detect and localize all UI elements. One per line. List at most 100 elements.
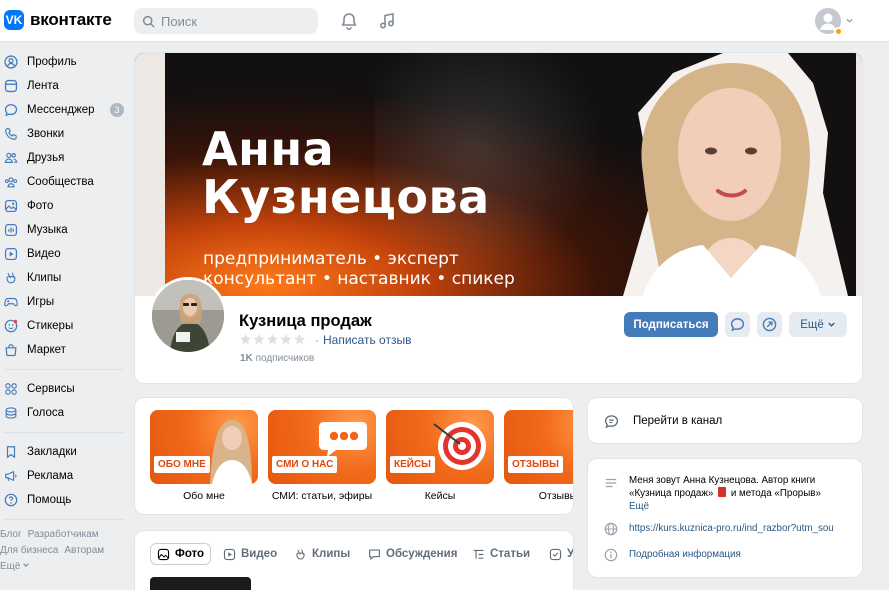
share-button[interactable] — [757, 312, 782, 337]
user-icon — [4, 55, 18, 69]
tab-video[interactable]: Видео — [223, 543, 277, 565]
vk-logo[interactable]: VK вконтакте — [4, 10, 112, 30]
highlight-about[interactable]: ОБО МНЕ — [150, 410, 258, 484]
cover-title: Анна Кузнецова — [202, 122, 490, 224]
sidebar-item-video[interactable]: Видео — [0, 242, 128, 266]
tab-photos[interactable]: Фото — [150, 543, 212, 565]
video-icon — [223, 548, 236, 560]
message-button[interactable] — [725, 312, 750, 337]
channel-icon — [604, 415, 619, 429]
footer-link-blog[interactable]: Блог — [0, 529, 22, 540]
star-rating-icon — [240, 334, 305, 345]
highlight-reviews[interactable]: ОТЗЫВЫ — [504, 410, 573, 484]
description-more-link[interactable]: Ещё — [629, 501, 649, 512]
community-avatar[interactable] — [149, 277, 227, 355]
footer-link-authors[interactable]: Авторам — [64, 545, 104, 556]
bookmark-icon — [6, 446, 16, 458]
sticker-icon — [4, 319, 18, 333]
description-icon — [605, 478, 617, 488]
sidebar-item-profile[interactable]: Профиль — [0, 50, 128, 74]
sidebar-item-help[interactable]: Помощь — [0, 488, 128, 512]
sidebar-divider — [4, 432, 124, 433]
info-icon — [604, 548, 618, 562]
video-icon — [4, 247, 18, 261]
sidebar-item-stickers[interactable]: Стикеры — [0, 314, 128, 338]
website-link[interactable]: https://kurs.kuznica-pro.ru/ind_razbor?u… — [629, 523, 834, 534]
sidebar-item-calls[interactable]: Звонки — [0, 122, 128, 146]
sidebar-divider — [4, 369, 124, 370]
bell-icon[interactable] — [339, 11, 359, 31]
community-description: Меня зовут Анна Кузнецова. Автор книги «… — [629, 475, 821, 512]
friends-icon — [4, 152, 18, 163]
highlight-caption[interactable]: Обо мне — [150, 490, 258, 502]
cover-subtitle-line2: консультант • наставник • спикер — [203, 269, 515, 289]
book-icon — [718, 487, 727, 497]
chevron-down-icon — [828, 322, 835, 327]
music-icon — [4, 223, 18, 237]
sidebar-item-votes[interactable]: Голоса — [0, 401, 128, 425]
highlight-label: ОТЗЫВЫ — [508, 456, 563, 473]
cover-portrait — [623, 53, 848, 296]
message-icon — [4, 104, 18, 117]
sidebar-item-ads[interactable]: Реклама — [0, 464, 128, 488]
sidebar-divider — [4, 519, 124, 520]
profile-card: Анна Кузнецова предприниматель • эксперт… — [134, 52, 863, 384]
sidebar-item-communities[interactable]: Сообщества — [0, 170, 128, 194]
photo-icon — [157, 548, 170, 560]
highlight-label: КЕЙСЫ — [390, 456, 435, 473]
logo-text: вконтакте — [30, 10, 112, 29]
notification-dot — [834, 27, 843, 36]
sidebar-item-services[interactable]: Сервисы — [0, 377, 128, 401]
footer-link-developers[interactable]: Разработчикам — [28, 529, 99, 540]
sidebar-item-clips[interactable]: Клипы — [0, 266, 128, 290]
sidebar-item-feed[interactable]: Лента — [0, 74, 128, 98]
news-icon — [4, 79, 18, 93]
rating-stars — [240, 334, 306, 345]
go-to-channel-label: Перейти в канал — [633, 415, 723, 427]
go-to-channel-card[interactable]: Перейти в канал — [587, 397, 863, 444]
footer-link-business[interactable]: Для бизнеса — [0, 545, 58, 556]
chevron-down-icon — [23, 563, 30, 567]
sidebar-item-games[interactable]: Игры — [0, 290, 128, 314]
sidebar-item-messenger[interactable]: Мессенджер 3 — [0, 98, 128, 122]
write-review-link[interactable]: · Написать отзыв — [315, 333, 411, 347]
globe-icon — [604, 522, 618, 536]
music-note-icon[interactable] — [377, 11, 397, 31]
highlight-label: СМИ О НАС — [272, 456, 338, 473]
footer-more[interactable]: Ещё — [0, 559, 128, 575]
search-box[interactable] — [134, 8, 318, 34]
tab-more[interactable]: У — [549, 543, 573, 565]
tab-articles[interactable]: Статьи — [472, 543, 530, 565]
sidebar-item-market[interactable]: Маркет — [0, 338, 128, 362]
highlight-media[interactable]: СМИ О НАС — [268, 410, 376, 484]
photo-thumbnail[interactable] — [150, 577, 251, 590]
cover-image: Анна Кузнецова предприниматель • эксперт… — [135, 53, 862, 296]
tab-discussions[interactable]: Обсуждения — [368, 543, 457, 565]
tab-clips[interactable]: Клипы — [294, 543, 350, 565]
coins-icon — [5, 407, 17, 419]
highlight-cases[interactable]: КЕЙСЫ — [386, 410, 494, 484]
subscribe-button[interactable]: Подписаться — [624, 312, 718, 337]
more-button[interactable]: Ещё — [789, 312, 847, 337]
vk-logo-icon: VK — [4, 10, 24, 30]
sidebar-footer: Блог Разработчикам Для бизнеса Авторам Ещё — [0, 527, 128, 575]
subscribers-count[interactable]: 1K подписчиков — [240, 353, 314, 364]
user-avatar[interactable] — [815, 8, 843, 36]
chevron-down-icon[interactable] — [845, 16, 854, 25]
megaphone-icon — [5, 471, 17, 481]
highlight-caption[interactable]: Отзывы — [504, 490, 573, 502]
highlight-caption[interactable]: Кейсы — [386, 490, 494, 502]
sidebar-item-music[interactable]: Музыка — [0, 218, 128, 242]
phone-icon — [5, 127, 17, 140]
photo-icon — [4, 199, 18, 213]
clips-icon — [6, 272, 16, 284]
chat-bubble-icon — [319, 422, 367, 457]
search-input[interactable] — [161, 13, 311, 29]
sidebar-item-photos[interactable]: Фото — [0, 194, 128, 218]
sidebar-item-bookmarks[interactable]: Закладки — [0, 440, 128, 464]
sidebar-item-friends[interactable]: Друзья — [0, 146, 128, 170]
detailed-info-link[interactable]: Подробная информация — [629, 549, 741, 560]
highlight-caption[interactable]: СМИ: статьи, эфиры — [268, 490, 376, 502]
share-arrow-icon — [762, 317, 777, 332]
articles-icon — [473, 549, 484, 559]
